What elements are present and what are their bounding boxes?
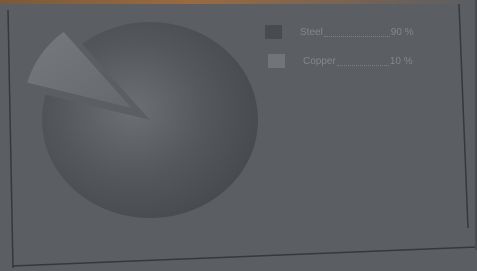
legend-steel-leader <box>323 28 390 37</box>
pie-chart <box>27 22 259 219</box>
legend-steel-label: Steel <box>300 26 323 38</box>
legend-steel: Steel 90 % <box>265 25 414 39</box>
chart-board <box>7 0 477 269</box>
legend-copper-value: 10 % <box>389 55 413 67</box>
legend-copper-leader <box>336 57 389 66</box>
legend-steel-value: 90 % <box>390 26 414 38</box>
legend-steel-swatch <box>265 25 282 39</box>
legend-copper-label: Copper <box>303 55 336 67</box>
frame-bottom-line <box>11 246 477 267</box>
frame-left-line <box>7 9 14 269</box>
frame-right-line <box>458 3 469 229</box>
legend-copper-swatch <box>268 54 285 68</box>
legend-copper: Copper 10 % <box>268 54 413 68</box>
